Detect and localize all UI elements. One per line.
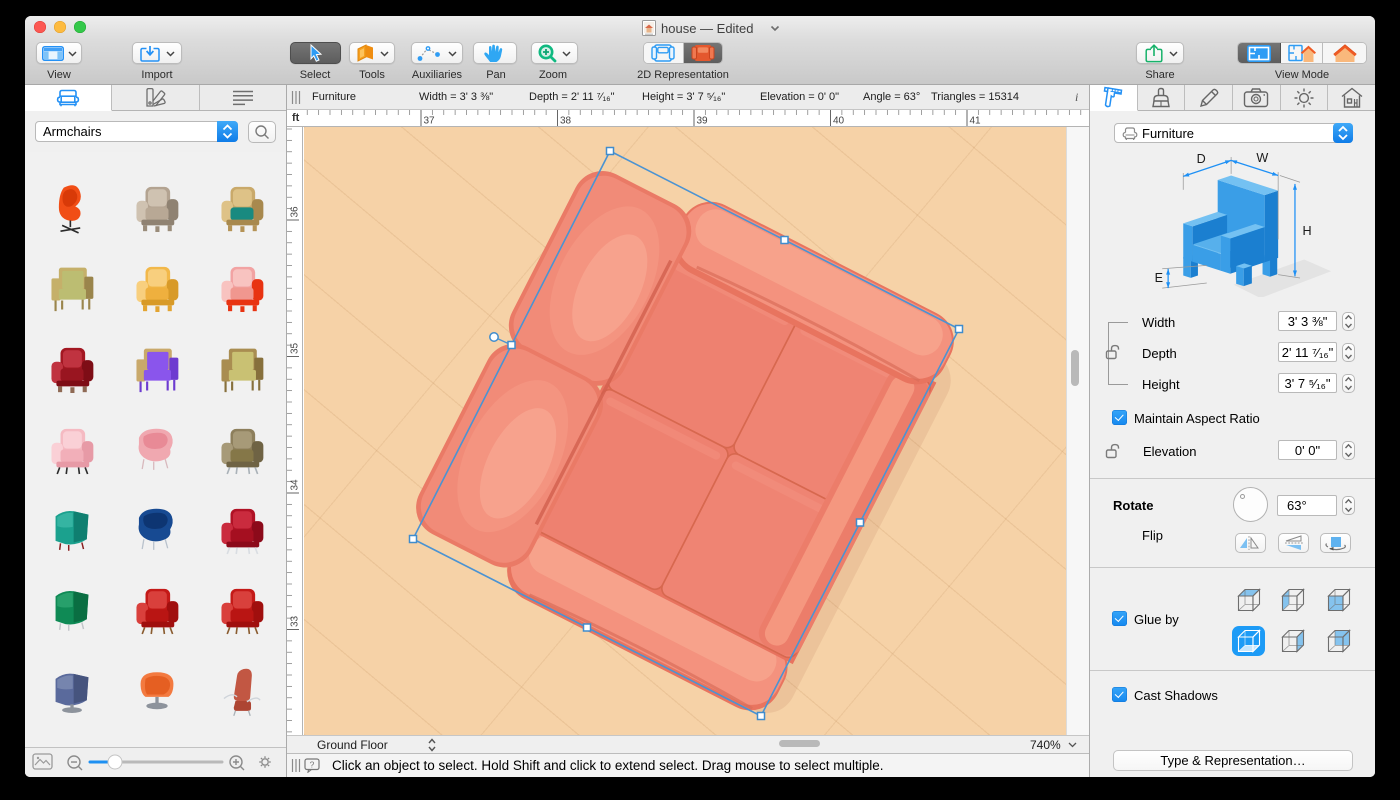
svg-text:40: 40 xyxy=(833,116,845,127)
svg-text:D: D xyxy=(1197,152,1206,166)
svg-text:37: 37 xyxy=(424,116,436,127)
svg-text:33: 33 xyxy=(290,615,301,627)
svg-text:35: 35 xyxy=(290,342,301,354)
svg-text:36: 36 xyxy=(290,206,301,218)
svg-text:34: 34 xyxy=(290,479,301,491)
svg-text:?: ? xyxy=(310,759,315,769)
svg-text:38: 38 xyxy=(560,116,572,127)
svg-text:41: 41 xyxy=(970,116,982,127)
svg-text:E: E xyxy=(1155,271,1163,285)
svg-text:H: H xyxy=(1303,224,1312,238)
svg-text:39: 39 xyxy=(697,116,709,127)
svg-text:W: W xyxy=(1256,151,1268,165)
